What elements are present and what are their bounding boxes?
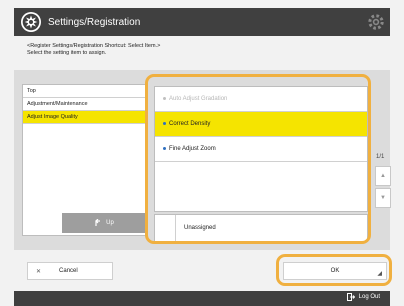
close-icon: ✕ [36, 268, 42, 275]
highlight-frame-list [145, 74, 371, 244]
cancel-button[interactable]: ✕ Cancel [27, 262, 113, 280]
scroll-down-button[interactable]: ▼ [375, 188, 391, 208]
settings-registration-screen: Settings/Registration <Register Settings… [0, 0, 404, 306]
page-indicator: 1/1 [376, 154, 385, 160]
category-item-top[interactable]: Top [23, 85, 147, 98]
logout-button[interactable]: Log Out [346, 293, 380, 301]
logout-icon [346, 293, 355, 301]
instruction-line-1: <Register Settings/Registration Shortcut… [27, 43, 161, 49]
page-title: Settings/Registration [48, 16, 141, 28]
instruction-text: <Register Settings/Registration Shortcut… [27, 43, 160, 57]
header-bar: Settings/Registration [14, 8, 390, 36]
scroll-up-button[interactable]: ▲ [375, 166, 391, 186]
highlight-frame-ok [276, 254, 392, 286]
cancel-button-label: Cancel [59, 268, 78, 274]
category-item-adjust-image-quality[interactable]: Adjust Image Quality [23, 111, 147, 124]
instruction-line-2: Select the setting item to assign. [27, 50, 107, 56]
category-item-adjustment-maintenance[interactable]: Adjustment/Maintenance [23, 98, 147, 111]
settings-logo-icon [21, 12, 41, 32]
up-button-label: Up [106, 220, 114, 226]
logout-label: Log Out [358, 294, 380, 300]
up-button[interactable]: Up [62, 213, 146, 233]
footer-bar: Log Out [14, 291, 390, 306]
chevron-down-icon: ▼ [380, 195, 386, 201]
chevron-up-icon: ▲ [380, 173, 386, 179]
gear-icon[interactable] [366, 12, 386, 32]
up-arrow-icon [95, 219, 101, 226]
